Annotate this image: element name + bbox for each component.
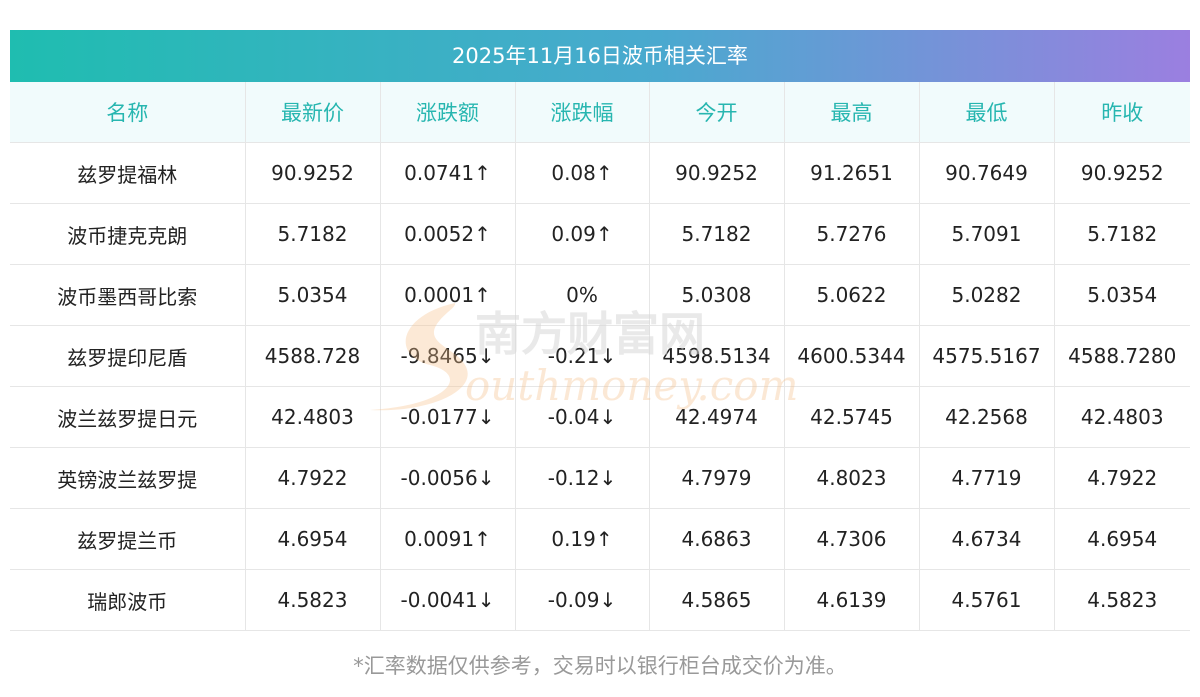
open-price: 42.4974 — [649, 386, 785, 448]
latest-price: 4588.728 — [245, 325, 381, 387]
high-price: 42.5745 — [784, 386, 920, 448]
previous-close: 4588.7280 — [1054, 325, 1190, 387]
previous-close: 90.9252 — [1054, 142, 1190, 204]
currency-pair-name: 兹罗提兰币 — [10, 508, 246, 570]
open-price: 4.5865 — [649, 569, 785, 631]
table-row: 兹罗提印尼盾 4588.728 -9.8465↓ -0.21↓ 4598.5134 460… — [10, 325, 1190, 387]
column-header: 最新价 — [245, 82, 381, 143]
change-amount: 0.0052↑ — [380, 203, 516, 265]
currency-pair-name: 波币捷克克朗 — [10, 203, 246, 265]
change-amount: 0.0001↑ — [380, 264, 516, 326]
low-price: 5.0282 — [919, 264, 1055, 326]
low-price: 90.7649 — [919, 142, 1055, 204]
previous-close: 4.5823 — [1054, 569, 1190, 631]
open-price: 5.7182 — [649, 203, 785, 265]
currency-pair-name: 波币墨西哥比索 — [10, 264, 246, 326]
currency-pair-name: 波兰兹罗提日元 — [10, 386, 246, 448]
table-row: 波兰兹罗提日元 42.4803 -0.0177↓ -0.04↓ 42.4974 42.57… — [10, 386, 1190, 448]
previous-close: 4.7922 — [1054, 447, 1190, 509]
change-amount: -0.0056↓ — [380, 447, 516, 509]
high-price: 4.7306 — [784, 508, 920, 570]
currency-pair-name: 瑞郎波币 — [10, 569, 246, 631]
page-title: 2025年11月16日波币相关汇率 — [10, 30, 1190, 82]
change-percent: -0.09↓ — [515, 569, 650, 631]
table-row: 瑞郎波币 4.5823 -0.0041↓ -0.09↓ 4.5865 4.6139 4.57… — [10, 569, 1190, 631]
latest-price: 4.7922 — [245, 447, 381, 509]
column-header: 涨跌幅 — [515, 82, 650, 143]
low-price: 42.2568 — [919, 386, 1055, 448]
latest-price: 4.5823 — [245, 569, 381, 631]
latest-price: 4.6954 — [245, 508, 381, 570]
table-row: 兹罗提福林 90.9252 0.0741↑ 0.08↑ 90.9252 91.2651 90… — [10, 142, 1190, 204]
change-amount: -0.0041↓ — [380, 569, 516, 631]
low-price: 4.6734 — [919, 508, 1055, 570]
change-amount: 0.0741↑ — [380, 142, 516, 204]
open-price: 4.7979 — [649, 447, 785, 509]
high-price: 4.8023 — [784, 447, 920, 509]
exchange-rate-table: 名称 最新价 涨跌额 涨跌幅 今开 最高 最低 昨收 兹罗提福林 90.9252 0… — [10, 82, 1190, 631]
high-price: 5.0622 — [784, 264, 920, 326]
high-price: 4.6139 — [784, 569, 920, 631]
high-price: 91.2651 — [784, 142, 920, 204]
change-percent: -0.12↓ — [515, 447, 650, 509]
change-percent: 0.19↑ — [515, 508, 650, 570]
open-price: 5.0308 — [649, 264, 785, 326]
low-price: 4.7719 — [919, 447, 1055, 509]
change-percent: 0.08↑ — [515, 142, 650, 204]
change-amount: -9.8465↓ — [380, 325, 516, 387]
change-amount: 0.0091↑ — [380, 508, 516, 570]
currency-pair-name: 兹罗提印尼盾 — [10, 325, 246, 387]
table-row: 波币捷克克朗 5.7182 0.0052↑ 0.09↑ 5.7182 5.7276 5.70… — [10, 203, 1190, 265]
column-header: 最高 — [784, 82, 920, 143]
change-percent: 0.09↑ — [515, 203, 650, 265]
open-price: 4.6863 — [649, 508, 785, 570]
table-row: 英镑波兰兹罗提 4.7922 -0.0056↓ -0.12↓ 4.7979 4.8023 4… — [10, 447, 1190, 509]
low-price: 5.7091 — [919, 203, 1055, 265]
change-percent: 0% — [515, 264, 650, 326]
low-price: 4.5761 — [919, 569, 1055, 631]
previous-close: 5.0354 — [1054, 264, 1190, 326]
change-amount: -0.0177↓ — [380, 386, 516, 448]
column-header: 名称 — [10, 82, 246, 143]
previous-close: 5.7182 — [1054, 203, 1190, 265]
currency-pair-name: 兹罗提福林 — [10, 142, 246, 204]
latest-price: 5.7182 — [245, 203, 381, 265]
column-header: 昨收 — [1054, 82, 1190, 143]
column-header: 今开 — [649, 82, 785, 143]
high-price: 4600.5344 — [784, 325, 920, 387]
previous-close: 42.4803 — [1054, 386, 1190, 448]
latest-price: 42.4803 — [245, 386, 381, 448]
high-price: 5.7276 — [784, 203, 920, 265]
column-header: 涨跌额 — [380, 82, 516, 143]
change-percent: -0.04↓ — [515, 386, 650, 448]
open-price: 90.9252 — [649, 142, 785, 204]
currency-pair-name: 英镑波兰兹罗提 — [10, 447, 246, 509]
change-percent: -0.21↓ — [515, 325, 650, 387]
previous-close: 4.6954 — [1054, 508, 1190, 570]
disclaimer-footnote: *汇率数据仅供参考，交易时以银行柜台成交价为准。 — [353, 654, 847, 678]
table-row: 波币墨西哥比索 5.0354 0.0001↑ 0% 5.0308 5.0622 5.0282… — [10, 264, 1190, 326]
table-row: 兹罗提兰币 4.6954 0.0091↑ 0.19↑ 4.6863 4.7306 4.673… — [10, 508, 1190, 570]
open-price: 4598.5134 — [649, 325, 785, 387]
column-header: 最低 — [919, 82, 1055, 143]
low-price: 4575.5167 — [919, 325, 1055, 387]
latest-price: 90.9252 — [245, 142, 381, 204]
latest-price: 5.0354 — [245, 264, 381, 326]
table-header-row: 名称 最新价 涨跌额 涨跌幅 今开 最高 最低 昨收 — [10, 82, 1190, 143]
